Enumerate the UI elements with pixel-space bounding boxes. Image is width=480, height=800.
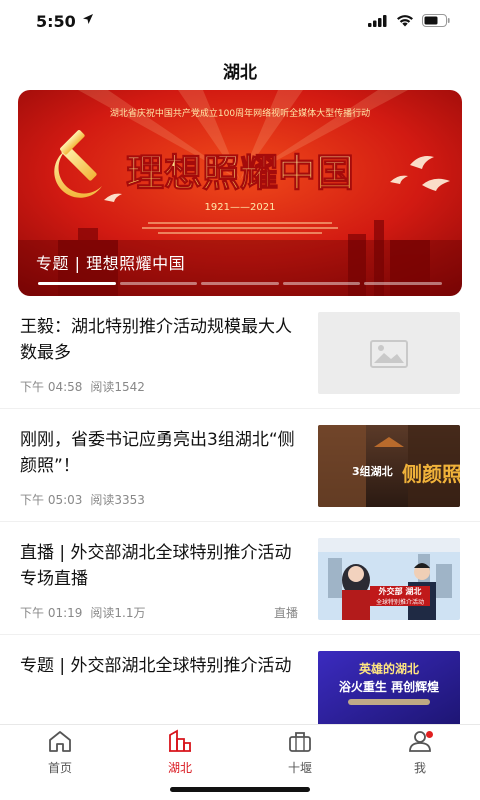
- news-item[interactable]: 刚刚，省委书记应勇亮出3组湖北“侧颜照”！ 下午 05:03 阅读3353 3组…: [0, 409, 480, 522]
- news-title: 专题 | 外交部湖北全球特别推介活动: [20, 656, 292, 676]
- news-time: 下午 01:19: [20, 606, 83, 620]
- news-reads: 阅读1542: [90, 380, 145, 394]
- news-thumbnail: 英雄的湖北 浴火重生 再创辉煌: [318, 651, 460, 733]
- thumb-sub-text: 浴火重生 再创辉煌: [339, 679, 439, 694]
- live-thumb-image: 外交部 湖北 全球特别推介活动: [318, 538, 460, 620]
- banner-dot[interactable]: [364, 282, 442, 285]
- home-icon: [49, 731, 71, 752]
- banner-dot[interactable]: [201, 282, 279, 285]
- news-item[interactable]: 直播 | 外交部湖北全球特别推介活动专场直播 下午 01:19 阅读1.1万 直…: [0, 522, 480, 635]
- banner-carousel[interactable]: 湖北省庆祝中国共产党成立100周年网络视听全媒体大型传播行动 理想照耀中国 19…: [18, 90, 462, 296]
- tab-me[interactable]: 我: [380, 729, 460, 776]
- banner-pagination: [38, 282, 442, 286]
- news-reads: 阅读1.1万: [90, 606, 146, 620]
- news-time: 下午 05:03: [20, 493, 83, 507]
- news-thumbnail: [318, 312, 460, 394]
- wifi-icon: [397, 15, 413, 27]
- location-arrow-icon: [83, 14, 93, 24]
- status-icons: [368, 14, 450, 27]
- banner-years: 1921——2021: [205, 202, 276, 213]
- thumb-sub-text: 全球特别推介活动: [376, 598, 424, 606]
- news-title: 直播 | 外交部湖北全球特别推介活动专场直播: [20, 543, 292, 589]
- status-bar: 5:50: [0, 0, 480, 44]
- tab-label: 首页: [47, 761, 72, 775]
- tab-label: 湖北: [167, 761, 192, 775]
- news-reads: 阅读3353: [90, 493, 145, 507]
- banner-dot[interactable]: [282, 282, 361, 285]
- home-indicator[interactable]: [170, 787, 310, 792]
- tab-label: 我: [413, 761, 426, 775]
- notification-dot: [426, 731, 433, 738]
- tab-hubei[interactable]: 湖北: [140, 729, 220, 776]
- tab-shiyan[interactable]: 十堰: [260, 729, 340, 776]
- thumb-big-text: 侧颜照: [402, 462, 460, 486]
- news-meta: 下午 01:19 阅读1.1万: [20, 604, 146, 621]
- city-icon: [169, 729, 191, 752]
- battery-icon: [422, 14, 450, 27]
- bottom-tab-bar: 首页 湖北 十堰 我: [0, 724, 480, 800]
- thumb-text: 外交部 湖北: [379, 586, 422, 596]
- news-title: 王毅：湖北特别推介活动规模最大人数最多: [20, 317, 292, 363]
- banner-headline: 理想照耀中国: [126, 150, 354, 195]
- banner-dot[interactable]: [119, 282, 198, 285]
- news-item[interactable]: 王毅：湖北特别推介活动规模最大人数最多 下午 04:58 阅读1542: [0, 296, 480, 409]
- signal-icon: [368, 14, 387, 27]
- thumb-text: 3组湖北: [352, 464, 393, 478]
- news-thumbnail: 3组湖北 侧颜照: [318, 425, 460, 507]
- thumb-text: 英雄的湖北: [359, 661, 419, 676]
- banner-caption: 专题 | 理想照耀中国: [36, 254, 186, 273]
- news-time: 下午 04:58: [20, 380, 83, 394]
- news-title: 刚刚，省委书记应勇亮出3组湖北“侧颜照”！: [20, 430, 295, 476]
- status-time: 5:50: [36, 12, 76, 31]
- news-meta: 下午 05:03 阅读3353: [20, 491, 145, 508]
- news-thumbnail: 外交部 湖北 全球特别推介活动: [318, 538, 460, 620]
- cp-thumb-image: 3组湖北 侧颜照: [318, 425, 460, 507]
- page-title: 湖北: [223, 63, 257, 83]
- news-meta: 下午 04:58 阅读1542: [20, 378, 145, 395]
- tab-label: 十堰: [287, 761, 312, 775]
- tab-home[interactable]: 首页: [20, 729, 100, 776]
- topic-thumb-image: 英雄的湖北 浴火重生 再创辉煌: [318, 651, 460, 733]
- banner-top-line: 湖北省庆祝中国共产党成立100周年网络视听全媒体大型传播行动: [110, 107, 370, 119]
- live-tag: 直播: [273, 606, 298, 620]
- bag-icon: [289, 732, 311, 752]
- placeholder-image-icon: [370, 340, 408, 368]
- banner-dot[interactable]: [38, 282, 116, 285]
